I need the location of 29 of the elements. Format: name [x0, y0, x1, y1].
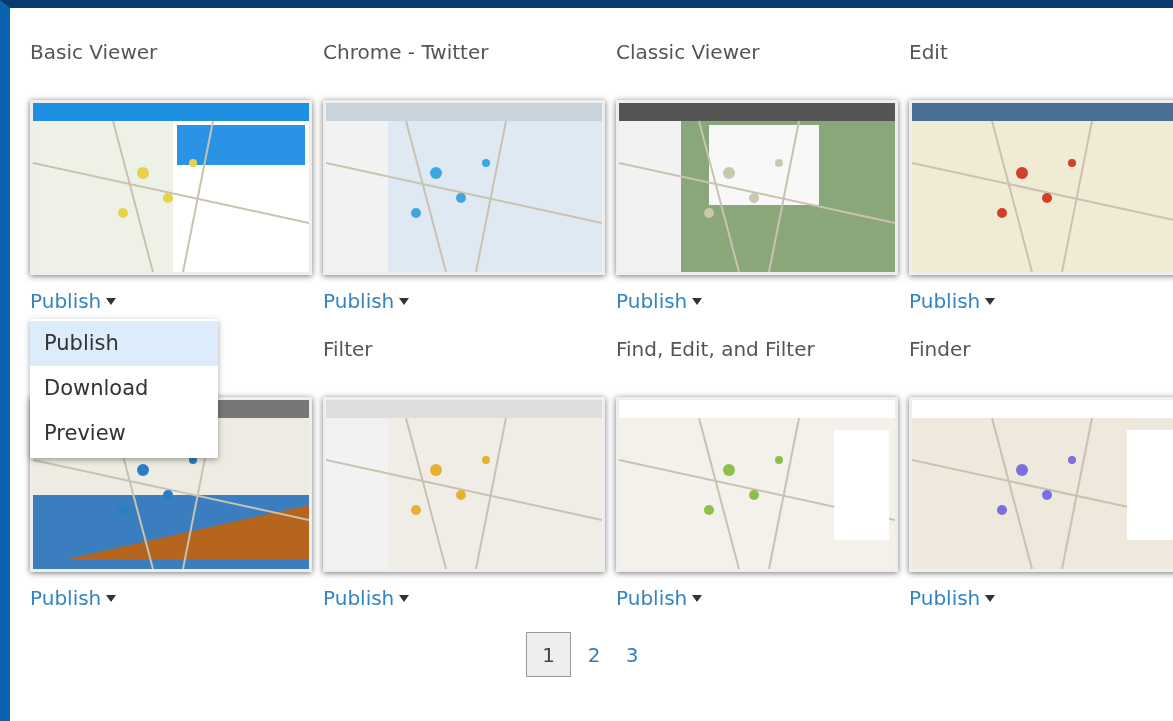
- caret-icon: [985, 594, 996, 602]
- caret-icon: [692, 297, 703, 305]
- template-title: Edit: [909, 39, 949, 66]
- template-title: Finder: [909, 336, 972, 363]
- caret-icon: [985, 297, 996, 305]
- menu-item[interactable]: Preview: [30, 411, 218, 456]
- caret-icon: [692, 594, 703, 602]
- publish-dropdown[interactable]: Publish: [616, 289, 703, 313]
- publish-dropdown[interactable]: Publish: [323, 586, 410, 610]
- template-title: Filter: [323, 336, 374, 363]
- template-title: Find, Edit, and Filter: [616, 336, 816, 363]
- page-link[interactable]: 3: [617, 632, 647, 677]
- caret-icon: [106, 297, 117, 305]
- publish-dropdown[interactable]: Publish: [909, 586, 996, 610]
- template-title: Chrome - Twitter: [323, 39, 490, 66]
- publish-dropdown[interactable]: Publish: [616, 586, 703, 610]
- template-title: Basic Viewer: [30, 39, 159, 66]
- page-link[interactable]: 2: [579, 632, 609, 677]
- caret-icon: [106, 594, 117, 602]
- page-link[interactable]: 1: [526, 632, 571, 677]
- menu-item[interactable]: Publish: [30, 321, 218, 366]
- menu-item[interactable]: Download: [30, 366, 218, 411]
- publish-dropdown[interactable]: Publish: [909, 289, 996, 313]
- publish-dropdown[interactable]: Publish: [30, 586, 117, 610]
- caret-icon: [399, 594, 410, 602]
- template-title: Classic Viewer: [616, 39, 761, 66]
- publish-dropdown[interactable]: Publish: [30, 289, 117, 313]
- caret-icon: [399, 297, 410, 305]
- publish-dropdown[interactable]: Publish: [323, 289, 410, 313]
